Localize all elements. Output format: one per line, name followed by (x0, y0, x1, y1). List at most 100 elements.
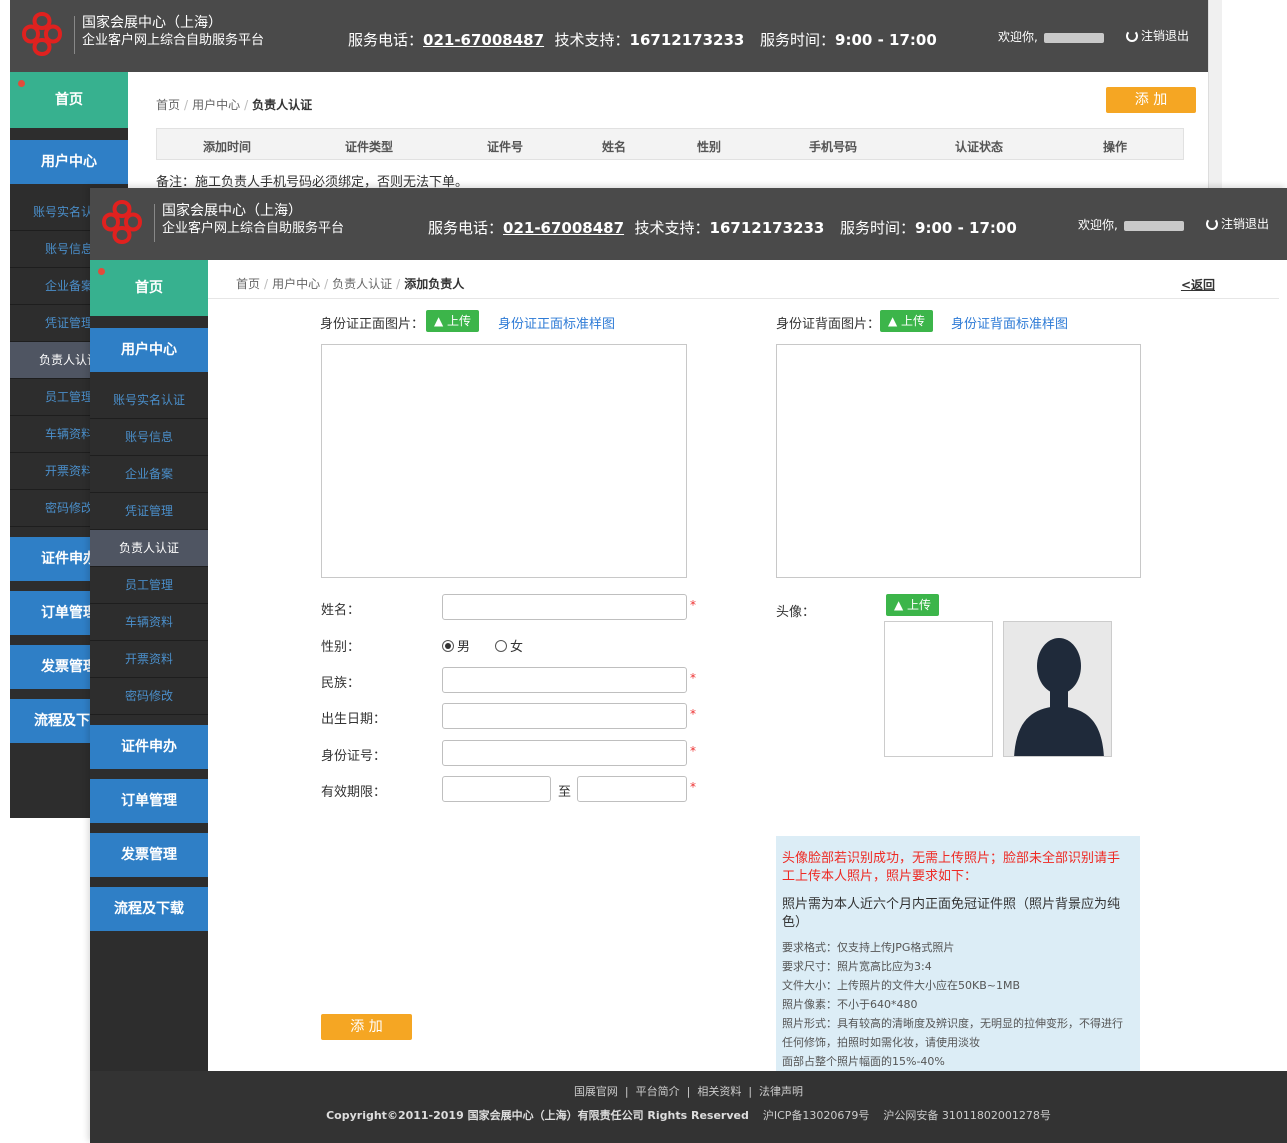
brand-divider (154, 204, 155, 242)
main-content: 首页 / 用户中心 / 负责人认证 / 添加负责人 <返回 身份证正面图片： ▲ 上传 身份… (208, 260, 1287, 1143)
radio-checked-icon (442, 640, 454, 652)
sidebar-subitem[interactable]: 车辆资料 (90, 604, 208, 641)
person-silhouette-icon (1004, 622, 1111, 756)
upload-id-back-button[interactable]: ▲ 上传 (880, 310, 934, 332)
power-icon (1126, 30, 1138, 42)
sidebar-subitem[interactable]: 账号实名认证 (90, 382, 208, 419)
sidebar-subitem[interactable]: 员工管理 (90, 567, 208, 604)
header-bar: 国家会展中心（上海） 企业客户网上综合自助服务平台 服务电话：021-67008… (90, 188, 1287, 260)
breadcrumb-current: 负责人认证 (252, 98, 313, 112)
home-label: 首页 (55, 92, 83, 108)
foreground-window: 国家会展中心（上海） 企业客户网上综合自助服务平台 服务电话：021-67008… (90, 188, 1287, 1143)
validity-end-input[interactable] (577, 776, 687, 802)
sidebar-subitem-active[interactable]: 负责人认证 (90, 530, 208, 567)
service-label: 服务电话： (348, 31, 424, 49)
service-info: 服务电话：021-67008487 技术支持：16712173233 服务时间：… (428, 217, 1017, 238)
sidebar-item-cert[interactable]: 证件申办 (90, 725, 208, 769)
welcome-label: 欢迎你, (998, 30, 1038, 44)
platform-name: 企业客户网上综合自助服务平台 (162, 221, 345, 236)
sidebar-item-orders[interactable]: 订单管理 (90, 779, 208, 823)
id-front-label: 身份证正面图片： (320, 317, 425, 332)
required-mark: * (690, 707, 696, 721)
column-header: 性别 (697, 140, 722, 154)
breadcrumb-home[interactable]: 首页 (236, 277, 260, 291)
sidebar-item-home[interactable]: 首页 (90, 260, 208, 316)
logo-icon (21, 11, 63, 57)
required-mark: * (690, 671, 696, 685)
column-header: 姓名 (602, 140, 627, 154)
breadcrumb: 首页 / 用户中心 / 负责人认证 (156, 98, 313, 112)
validity-to-label: 至 (558, 785, 572, 800)
brand-divider (74, 16, 75, 54)
required-mark: * (690, 780, 696, 794)
sidebar-subitem[interactable]: 凭证管理 (90, 493, 208, 530)
footer-link-legal[interactable]: 法律声明 (759, 1085, 803, 1098)
id-number-input[interactable] (442, 740, 687, 766)
upload-label: 上传 (901, 314, 926, 328)
logout-button[interactable]: 注销退出 (1206, 215, 1269, 232)
requirement-item: 照片形式：具有较高的清晰度及辨识度，无明显的拉伸变形，不得进行任何修饰，拍照时如… (782, 1017, 1123, 1049)
gender-female-label: 女 (510, 640, 524, 655)
info-main: 照片需为本人近六个月内正面免冠证件照（照片背景应为纯色） (782, 897, 1121, 930)
birthdate-input[interactable] (442, 703, 687, 729)
column-header: 手机号码 (809, 140, 858, 154)
sidebar-subitem[interactable]: 企业备案 (90, 456, 208, 493)
radio-unchecked-icon (495, 640, 507, 652)
copyright: Copyright©2011-2019 国家会展中心（上海）有限责任公司 Rig… (90, 1107, 1287, 1123)
footer-link-docs[interactable]: 相关资料 (697, 1085, 741, 1098)
hours: 9:00 - 17:00 (835, 31, 937, 49)
tech-label: 技术支持： (554, 31, 630, 49)
sidebar-item-home[interactable]: 首页 (10, 72, 128, 128)
police-record: 沪公网安备 31011802001278号 (883, 1109, 1051, 1122)
sidebar-item-invoices[interactable]: 发票管理 (90, 833, 208, 877)
requirement-item: 要求尺寸：照片宽高比应为3:4 (782, 960, 932, 973)
sidebar-item-user-center[interactable]: 用户中心 (10, 140, 128, 184)
avatar-preview (884, 621, 993, 757)
requirement-item: 文件大小：上传照片的文件大小应在50KB~1MB (782, 979, 1021, 992)
requirement-item: 面部占整个照片幅面的15%-40% (782, 1055, 945, 1068)
gender-female-radio[interactable]: 女 (495, 636, 523, 655)
validity-start-input[interactable] (442, 776, 551, 802)
photo-requirements-box: 头像脸部若识别成功，无需上传照片；脸部未全部识别请手工上传本人照片，照片要求如下… (776, 836, 1140, 1084)
logout-button[interactable]: 注销退出 (1126, 27, 1189, 44)
logout-label: 注销退出 (1141, 29, 1190, 43)
sidebar-subitem[interactable]: 开票资料 (90, 641, 208, 678)
sidebar-subitem[interactable]: 密码修改 (90, 678, 208, 715)
footer-links: 国展官网 | 平台简介 | 相关资料 | 法律声明 (573, 1085, 804, 1098)
tech-phone: 16712173233 (709, 219, 825, 237)
sidebar-subitem[interactable]: 账号信息 (90, 419, 208, 456)
breadcrumb-user-center[interactable]: 用户中心 (192, 98, 240, 112)
upload-id-front-button[interactable]: ▲ 上传 (426, 310, 480, 332)
org-name: 国家会展中心（上海） (82, 15, 222, 31)
id-back-sample-link[interactable]: 身份证背面标准样图 (951, 313, 1068, 332)
gender-male-radio[interactable]: 男 (442, 636, 470, 655)
breadcrumb-user-center[interactable]: 用户中心 (272, 277, 320, 291)
tech-phone: 16712173233 (629, 31, 745, 49)
back-link[interactable]: <返回 (1181, 276, 1215, 293)
name-input[interactable] (442, 594, 687, 620)
breadcrumb-owner-cert[interactable]: 负责人认证 (332, 277, 392, 291)
scrollbar[interactable] (1208, 0, 1222, 188)
welcome-label: 欢迎你, (1078, 218, 1118, 232)
footer-link-official[interactable]: 国展官网 (574, 1085, 618, 1098)
required-mark: * (690, 598, 696, 612)
sidebar-item-user-center[interactable]: 用户中心 (90, 328, 208, 372)
id-front-sample-link[interactable]: 身份证正面标准样图 (498, 313, 615, 332)
info-warning: 头像脸部若识别成功，无需上传照片；脸部未全部识别请手工上传本人照片，照片要求如下… (782, 851, 1121, 884)
add-button[interactable]: 添 加 (1106, 87, 1196, 113)
footer-link-intro[interactable]: 平台简介 (636, 1085, 680, 1098)
notification-dot (98, 268, 105, 275)
id-back-preview (776, 344, 1141, 578)
upload-label: 上传 (907, 598, 932, 612)
breadcrumb-home[interactable]: 首页 (156, 98, 180, 112)
platform-name: 企业客户网上综合自助服务平台 (82, 33, 265, 48)
upload-avatar-button[interactable]: ▲ 上传 (886, 594, 940, 616)
submit-add-button[interactable]: 添 加 (321, 1014, 412, 1040)
ethnicity-input[interactable] (442, 667, 687, 693)
avatar-label: 头像： (776, 605, 816, 620)
brand-text: 国家会展中心（上海） 企业客户网上综合自助服务平台 (162, 202, 344, 238)
id-back-label: 身份证背面图片： (776, 317, 881, 332)
id-front-preview (321, 344, 687, 578)
sidebar-item-process[interactable]: 流程及下载 (90, 887, 208, 931)
upload-label: 上传 (447, 314, 472, 328)
